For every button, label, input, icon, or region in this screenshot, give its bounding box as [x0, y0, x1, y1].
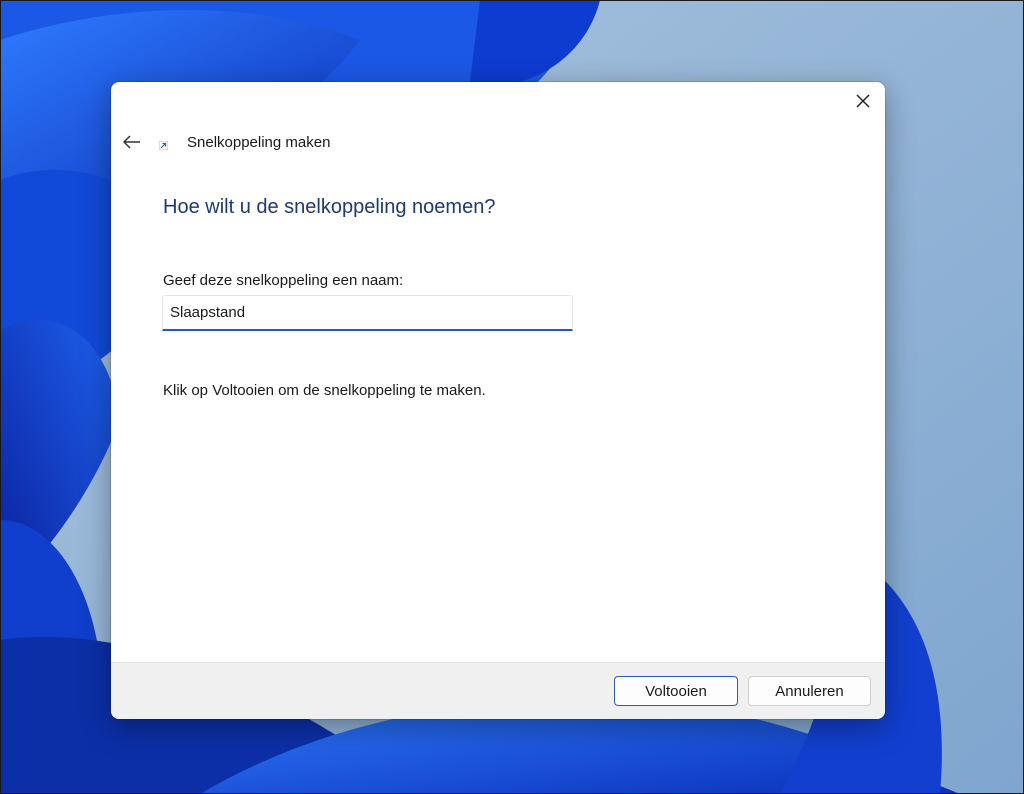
close-icon: [856, 94, 870, 108]
back-arrow-icon: [123, 135, 140, 149]
name-field-label: Geef deze snelkoppeling een naam:: [163, 272, 404, 289]
cancel-button[interactable]: Annuleren: [748, 676, 871, 706]
instruction-text: Klik op Voltooien om de snelkoppeling te…: [163, 382, 486, 399]
finish-button[interactable]: Voltooien: [614, 676, 738, 706]
dialog-footer: Voltooien Annuleren: [111, 662, 885, 719]
shortcut-arrow-icon: [159, 134, 175, 150]
create-shortcut-dialog: Snelkoppeling maken Hoe wilt u de snelko…: [111, 82, 885, 719]
dialog-header: Snelkoppeling maken: [121, 128, 330, 156]
window-title: Snelkoppeling maken: [187, 133, 331, 151]
close-button[interactable]: [849, 88, 877, 114]
back-button[interactable]: [121, 131, 143, 153]
page-heading: Hoe wilt u de snelkoppeling noemen?: [163, 196, 496, 218]
shortcut-name-input[interactable]: [162, 295, 573, 331]
